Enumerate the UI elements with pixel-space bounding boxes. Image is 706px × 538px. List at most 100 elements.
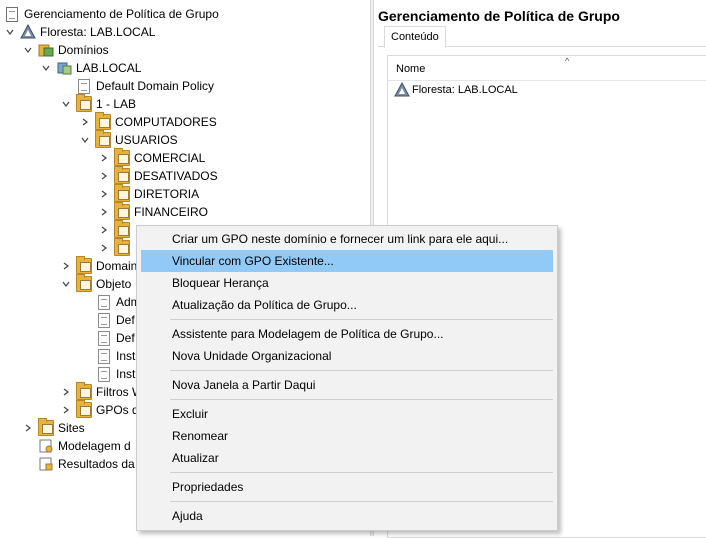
tree-label: Def [116, 313, 135, 327]
gpo-folder-icon [76, 274, 92, 292]
chevron-right-icon[interactable] [60, 257, 72, 275]
menu-item-create-gpo-link[interactable]: Criar um GPO neste domínio e fornecer um… [141, 228, 553, 250]
chevron-right-icon[interactable] [98, 239, 110, 257]
tree-node-ou-financeiro[interactable]: FINANCEIRO [98, 202, 208, 221]
tree-label: Domain [96, 259, 138, 273]
sites-icon [38, 418, 54, 436]
chevron-right-icon[interactable] [98, 167, 110, 185]
menu-item-rename[interactable]: Renomear [141, 425, 553, 447]
tree-label: COMERCIAL [134, 151, 206, 165]
chevron-down-icon[interactable] [40, 59, 52, 77]
ou-folder-icon [114, 238, 130, 256]
tree-node-ou-computadores[interactable]: COMPUTADORES [79, 112, 217, 131]
chevron-right-icon[interactable] [98, 221, 110, 239]
tree-node-domains[interactable]: Domínios [22, 41, 109, 59]
tree-node-ou-desativados[interactable]: DESATIVADOS [98, 166, 218, 185]
menu-item-delete[interactable]: Excluir [141, 403, 553, 425]
starter-gpo-folder-icon [76, 400, 92, 418]
tree-node-ou-diretoria[interactable]: DIRETORIA [98, 184, 200, 203]
tab-bar: Conteúdo [378, 26, 706, 48]
tree-node-domain-controllers[interactable]: Domain [60, 256, 138, 275]
menu-separator [170, 370, 553, 371]
chevron-down-icon[interactable] [22, 41, 34, 59]
column-header-label: Nome [396, 63, 426, 75]
tree-label: COMPUTADORES [115, 115, 217, 129]
tree-label: DIRETORIA [134, 187, 200, 201]
menu-item-properties[interactable]: Propriedades [141, 476, 553, 498]
gpo-link-icon [78, 78, 90, 94]
domains-icon [38, 42, 54, 58]
menu-item-help[interactable]: Ajuda [141, 505, 553, 527]
sort-ascending-icon: ^ [565, 56, 570, 66]
tree-node-gpo-objects[interactable]: Objeto [60, 274, 132, 293]
tree-label: GPOs d [96, 403, 139, 417]
gpo-icon [98, 294, 110, 310]
menu-item-new-window[interactable]: Nova Janela a Partir Daqui [141, 374, 553, 396]
tree-node-wmi-filters[interactable]: Filtros W [60, 382, 143, 401]
pane-title: Gerenciamento de Política de Grupo [378, 8, 620, 24]
menu-item-new-ou[interactable]: Nova Unidade Organizacional [141, 345, 553, 367]
tree-node-starter-gpos[interactable]: GPOs d [60, 400, 139, 419]
tree-node-ou-hidden-1[interactable] [98, 220, 134, 239]
chevron-down-icon[interactable] [60, 275, 72, 293]
menu-item-block-inheritance[interactable]: Bloquear Herança [141, 272, 553, 294]
menu-separator [170, 501, 553, 502]
tree-node-gpo-def1[interactable]: Def [96, 311, 135, 329]
tree-label: USUARIOS [115, 133, 178, 147]
gpo-icon [98, 330, 110, 346]
tree-label: Inst [116, 349, 136, 363]
tree-label: Inst [116, 367, 136, 381]
column-header-nome[interactable]: ^ Nome [388, 56, 706, 81]
chevron-right-icon[interactable] [22, 419, 34, 437]
results-icon [38, 456, 54, 472]
tree-label: Default Domain Policy [96, 79, 215, 93]
menu-item-gp-update[interactable]: Atualização da Política de Grupo... [141, 294, 553, 316]
chevron-right-icon[interactable] [98, 203, 110, 221]
chevron-right-icon[interactable] [98, 185, 110, 203]
chevron-right-icon[interactable] [60, 383, 72, 401]
list-item[interactable]: Floresta: LAB.LOCAL [394, 81, 518, 99]
list-item-label: Floresta: LAB.LOCAL [412, 84, 518, 96]
chevron-right-icon[interactable] [60, 401, 72, 419]
tree-node-gpo-adm[interactable]: Adm [96, 293, 141, 311]
gpo-icon [98, 366, 110, 382]
menu-item-link-existing-gpo[interactable]: Vincular com GPO Existente... [141, 250, 553, 272]
menu-separator [170, 472, 553, 473]
tree-label: Objeto [96, 277, 132, 291]
chevron-down-icon[interactable] [79, 131, 91, 149]
tree-node-results[interactable]: Resultados da [38, 455, 135, 473]
tree-label: 1 - LAB [96, 97, 137, 111]
ou-folder-icon [76, 256, 92, 274]
menu-item-modeling-wizard[interactable]: Assistente para Modelagem de Política de… [141, 323, 553, 345]
tree-label: Domínios [58, 43, 109, 57]
tree-label: Floresta: LAB.LOCAL [40, 25, 156, 39]
chevron-down-icon[interactable] [60, 95, 72, 113]
tree-node-ou-comercial[interactable]: COMERCIAL [98, 148, 206, 167]
chevron-right-icon[interactable] [79, 113, 91, 131]
tree-node-gpo-def2[interactable]: Def [96, 329, 135, 347]
chevron-down-icon[interactable] [4, 23, 16, 41]
ou-folder-icon [114, 220, 130, 238]
ou-folder-icon [114, 184, 130, 202]
ou-folder-icon [95, 130, 111, 148]
tree-label: Sites [58, 421, 85, 435]
wmi-folder-icon [76, 382, 92, 400]
tree-node-ou-usuarios[interactable]: USUARIOS [79, 130, 178, 149]
tree-node-gpo-inst2[interactable]: Inst [96, 365, 135, 383]
gpo-icon [98, 312, 110, 328]
tree-node-sites[interactable]: Sites [22, 418, 85, 437]
tree-node-gpo-inst1[interactable]: Inst [96, 347, 135, 365]
tree-node-ou-lab[interactable]: 1 - LAB [60, 94, 137, 113]
menu-item-refresh[interactable]: Atualizar [141, 447, 553, 469]
tree-node-forest[interactable]: Floresta: LAB.LOCAL [4, 23, 155, 41]
tree-node-modeling[interactable]: Modelagem d [38, 437, 131, 455]
tree-label: Def [116, 331, 135, 345]
chevron-right-icon[interactable] [98, 149, 110, 167]
menu-separator [170, 399, 553, 400]
tree-node-gpm-root[interactable]: Gerenciamento de Política de Grupo [4, 5, 219, 23]
ou-folder-icon [95, 112, 111, 130]
tree-node-domain[interactable]: LAB.LOCAL [40, 59, 141, 77]
tree-node-default-domain-policy[interactable]: Default Domain Policy [76, 77, 214, 95]
tree-node-ou-hidden-2[interactable] [98, 238, 134, 257]
tab-conteudo[interactable]: Conteúdo [384, 26, 446, 48]
